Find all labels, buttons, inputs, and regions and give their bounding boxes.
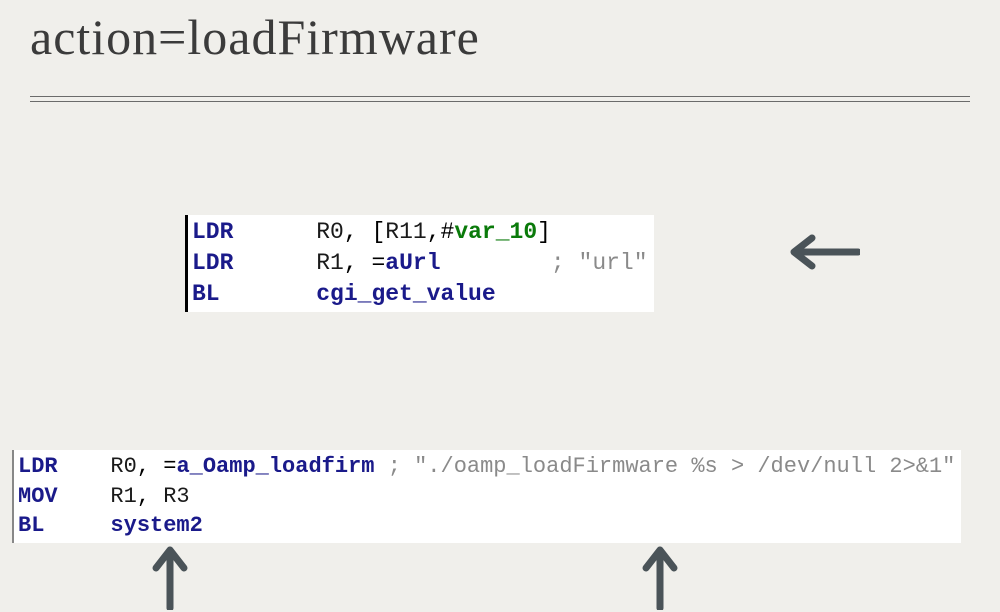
asm-punct: , — [137, 484, 163, 509]
asm-punct: , = — [344, 250, 385, 276]
arrow-up-icon — [150, 540, 190, 610]
code-snippet-1: LDR R0, [R11,#var_10] LDR R1, =aUrl ; "u… — [185, 215, 654, 312]
asm-mnemonic: LDR — [192, 219, 233, 245]
asm-comment: ; "./oamp_loadFirmware %s > /dev/null 2>… — [388, 454, 956, 479]
asm-mnemonic: MOV — [18, 484, 58, 509]
asm-function: cgi_get_value — [316, 281, 495, 307]
asm-symbol: a_Oamp_loadfirm — [176, 454, 374, 479]
divider — [30, 96, 970, 102]
arrow-up-icon — [640, 540, 680, 610]
asm-mnemonic: LDR — [18, 454, 58, 479]
asm-symbol: aUrl — [385, 250, 440, 276]
slide-title: action=loadFirmware — [30, 0, 970, 66]
asm-variable: var_10 — [454, 219, 537, 245]
asm-punct: ] — [537, 219, 551, 245]
asm-mnemonic: BL — [192, 281, 220, 307]
asm-register: R0 — [110, 454, 136, 479]
asm-punct: ,# — [427, 219, 455, 245]
asm-punct: , [ — [344, 219, 385, 245]
asm-mnemonic: BL — [18, 513, 44, 538]
asm-function: system2 — [110, 513, 202, 538]
asm-register: R3 — [163, 484, 189, 509]
asm-punct: , = — [137, 454, 177, 479]
arrow-left-icon — [780, 232, 860, 272]
asm-register: R11 — [385, 219, 426, 245]
asm-register: R1 — [110, 484, 136, 509]
asm-comment: ; "url" — [551, 250, 648, 276]
asm-mnemonic: LDR — [192, 250, 233, 276]
code-snippet-2: LDR R0, =a_Oamp_loadfirm ; "./oamp_loadF… — [12, 450, 961, 543]
asm-register: R0 — [316, 219, 344, 245]
asm-register: R1 — [316, 250, 344, 276]
